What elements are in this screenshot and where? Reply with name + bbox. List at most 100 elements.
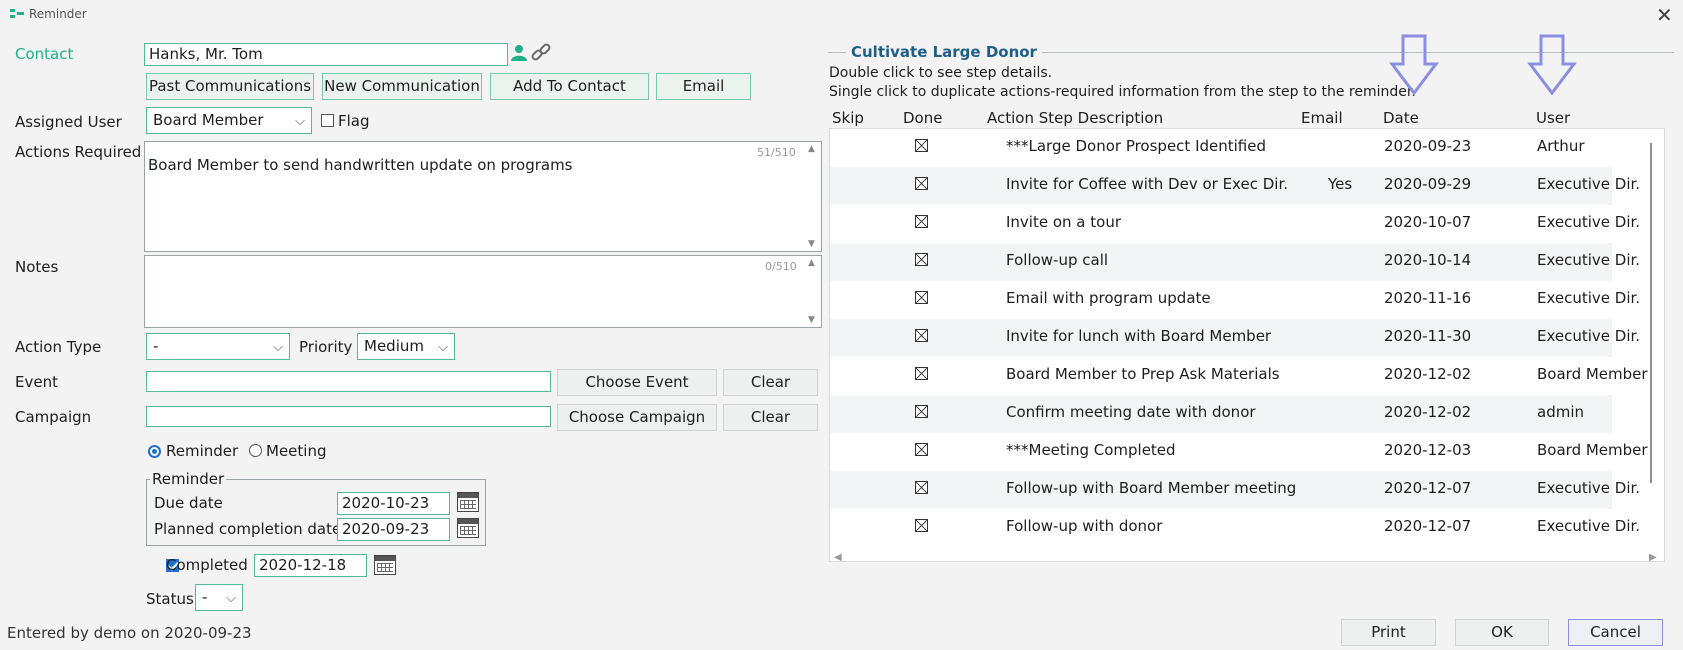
done-checkbox[interactable] (915, 329, 928, 342)
event-clear-button[interactable]: Clear (723, 369, 818, 396)
calendar-icon[interactable] (457, 518, 479, 538)
table-row[interactable]: Invite on a tour 2020-10-07 Executive Dir. (830, 205, 1640, 243)
flag-label: Flag (338, 112, 370, 130)
column-header-email[interactable]: Email (1301, 109, 1343, 127)
assigned-user-value: Board Member (153, 111, 264, 129)
reminder-group-title: Reminder (150, 470, 227, 488)
contact-input[interactable]: Hanks, Mr. Tom (144, 43, 508, 66)
past-communications-button[interactable]: Past Communications (146, 73, 314, 100)
done-checkbox[interactable] (915, 481, 928, 494)
step-date: 2020-11-16 (1384, 289, 1472, 307)
table-row[interactable]: Confirm meeting date with donor 2020-12-0… (830, 395, 1612, 433)
done-checkbox[interactable] (915, 367, 928, 380)
choose-campaign-button[interactable]: Choose Campaign (557, 404, 717, 431)
table-row[interactable]: Email with program update 2020-11-16 Execu… (830, 281, 1640, 319)
step-date: 2020-10-07 (1384, 213, 1472, 231)
campaign-clear-button[interactable]: Clear (723, 404, 818, 431)
table-row[interactable]: Follow-up with donor 2020-12-07 Executive … (830, 509, 1640, 547)
calendar-icon[interactable] (374, 555, 396, 575)
actions-required-textarea[interactable]: Board Member to send handwritten update … (144, 141, 822, 252)
priority-label: Priority (299, 338, 353, 356)
assigned-user-select[interactable]: Board Member ⌵ (146, 107, 312, 134)
done-checkbox[interactable] (915, 215, 928, 228)
done-checkbox[interactable] (915, 405, 928, 418)
print-button[interactable]: Print (1341, 619, 1436, 646)
notes-label: Notes (15, 258, 59, 276)
email-button[interactable]: Email (656, 73, 751, 100)
column-header-user[interactable]: User (1536, 109, 1570, 127)
actions-required-label: Actions Required (15, 143, 142, 161)
table-row[interactable]: Invite for Coffee with Dev or Exec Dir. Y… (830, 167, 1640, 205)
contact-label[interactable]: Contact (15, 45, 73, 63)
campaign-input[interactable] (146, 406, 551, 427)
column-header-description[interactable]: Action Step Description (987, 109, 1163, 127)
planned-completion-input[interactable]: 2020-09-23 (337, 518, 450, 541)
step-description: Email with program update (1006, 289, 1211, 307)
due-date-input[interactable]: 2020-10-23 (337, 492, 450, 515)
step-user: Board Member (1537, 365, 1648, 383)
step-date: 2020-12-02 (1384, 365, 1472, 383)
add-to-contact-button[interactable]: Add To Contact (490, 73, 649, 100)
step-user: Executive Dir. (1537, 251, 1641, 269)
table-row[interactable]: Follow-up with Board Member meeting 2020-… (830, 471, 1640, 509)
step-description: Follow-up with donor (1006, 517, 1163, 535)
link-icon[interactable] (530, 42, 552, 64)
steps-hint-double-click: Double click to see step details. (829, 65, 1053, 81)
done-checkbox[interactable] (915, 177, 928, 190)
meeting-radio[interactable] (249, 444, 262, 457)
status-value: - (202, 588, 208, 606)
priority-select[interactable]: Medium ⌵ (357, 333, 455, 360)
status-select[interactable]: - ⌵ (195, 584, 243, 611)
notes-textarea[interactable]: 0/510 ▲ ▼ (144, 255, 822, 328)
action-type-select[interactable]: - ⌵ (146, 333, 290, 360)
notes-scrollbar[interactable]: ▲ ▼ (806, 256, 820, 327)
step-description: ***Large Donor Prospect Identified (1006, 137, 1267, 155)
scroll-up-icon[interactable]: ▲ (808, 258, 815, 268)
step-description: Invite on a tour (1006, 213, 1121, 231)
person-icon[interactable] (510, 44, 528, 62)
flag-checkbox[interactable] (321, 114, 334, 127)
column-header-done[interactable]: Done (903, 109, 942, 127)
scroll-left-icon[interactable]: ◀ (834, 552, 842, 561)
event-input[interactable] (146, 371, 551, 392)
done-checkbox[interactable] (915, 139, 928, 152)
step-user: admin (1537, 403, 1584, 421)
step-date: 2020-10-14 (1384, 251, 1472, 269)
cancel-button[interactable]: Cancel (1568, 619, 1663, 646)
step-user: Executive Dir. (1537, 479, 1641, 497)
scroll-down-icon[interactable]: ▼ (808, 315, 815, 325)
scroll-up-icon[interactable]: ▲ (808, 144, 815, 154)
table-row[interactable]: ***Large Donor Prospect Identified 2020-0… (830, 129, 1612, 167)
ok-button[interactable]: OK (1455, 619, 1549, 646)
table-row[interactable]: Invite for lunch with Board Member 2020-1… (830, 319, 1640, 357)
table-row[interactable]: ***Meeting Completed 2020-12-03 Board Memb… (830, 433, 1648, 471)
step-date: 2020-09-29 (1384, 175, 1472, 193)
table-row[interactable]: Board Member to Prep Ask Materials 2020-1… (830, 357, 1648, 395)
scroll-down-icon[interactable]: ▼ (808, 239, 815, 249)
steps-table[interactable]: ***Large Donor Prospect Identified 2020-0… (829, 128, 1665, 562)
step-date: 2020-12-07 (1384, 517, 1472, 535)
table-row[interactable]: Follow-up call 2020-10-14 Executive Dir. (830, 243, 1640, 281)
arrow-down-icon (1389, 34, 1439, 96)
step-date: 2020-12-03 (1384, 441, 1472, 459)
step-description: Follow-up with Board Member meeting (1006, 479, 1297, 497)
action-type-value: - (153, 337, 159, 355)
step-description: Follow-up call (1006, 251, 1109, 269)
done-checkbox[interactable] (915, 519, 928, 532)
column-header-skip[interactable]: Skip (832, 109, 864, 127)
close-icon[interactable]: ✕ (1656, 3, 1673, 27)
choose-event-button[interactable]: Choose Event (557, 369, 717, 396)
actions-required-scrollbar[interactable]: ▲ ▼ (806, 142, 820, 251)
new-communication-button[interactable]: New Communication (322, 73, 482, 100)
vertical-scrollbar-thumb[interactable] (1650, 143, 1652, 483)
completed-date-input[interactable]: 2020-12-18 (254, 554, 367, 577)
done-checkbox[interactable] (915, 291, 928, 304)
column-header-date[interactable]: Date (1383, 109, 1419, 127)
step-user: Executive Dir. (1537, 289, 1641, 307)
scroll-right-icon[interactable]: ▶ (1649, 552, 1657, 561)
done-checkbox[interactable] (915, 253, 928, 266)
reminder-radio[interactable] (148, 445, 161, 458)
calendar-icon[interactable] (457, 492, 479, 512)
done-checkbox[interactable] (915, 443, 928, 456)
assigned-user-label: Assigned User (15, 113, 122, 131)
